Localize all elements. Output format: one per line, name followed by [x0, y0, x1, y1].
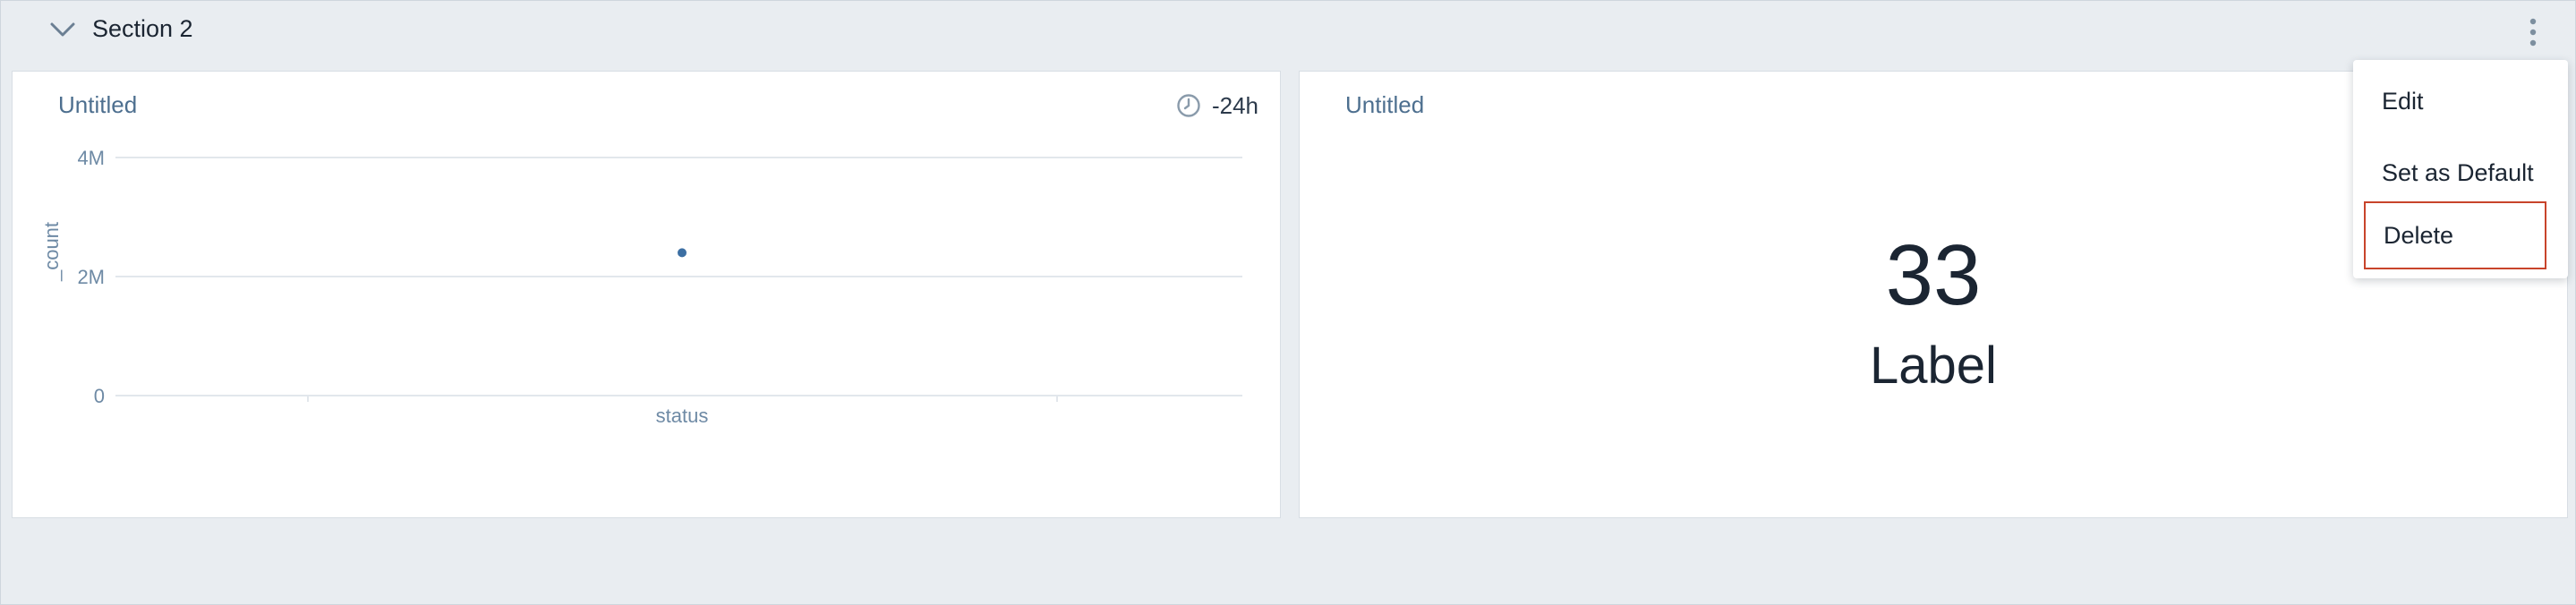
y-tick-label: 4M — [77, 147, 105, 169]
scatter-chart: 4M 2M 0 status _count — [40, 147, 1242, 427]
menu-item-set-as-default[interactable]: Set as Default — [2364, 139, 2546, 207]
section-header[interactable]: Section 2 — [1, 1, 2576, 64]
x-axis-label: status — [656, 405, 709, 427]
section-title: Section 2 — [92, 15, 193, 42]
single-value-label: Label — [1870, 337, 1997, 395]
menu-item-delete[interactable]: Delete — [2364, 201, 2546, 269]
data-point — [678, 248, 687, 258]
section-menu: Edit Set as Default Delete — [2353, 60, 2568, 278]
dashboard-section: Section 2 Untitled -24h 4M 2M 0 status _coun… — [0, 0, 2576, 605]
y-tick-label: 0 — [94, 385, 105, 407]
chart-panel: Untitled -24h 4M 2M 0 status _count — [12, 71, 1281, 518]
y-axis-label: _count — [40, 222, 63, 282]
y-tick-label: 2M — [77, 266, 105, 288]
panel-title: Untitled — [1345, 91, 1425, 118]
menu-item-edit[interactable]: Edit — [2364, 67, 2546, 135]
chevron-down-icon[interactable] — [49, 21, 76, 40]
kebab-menu-icon[interactable] — [2527, 17, 2539, 47]
